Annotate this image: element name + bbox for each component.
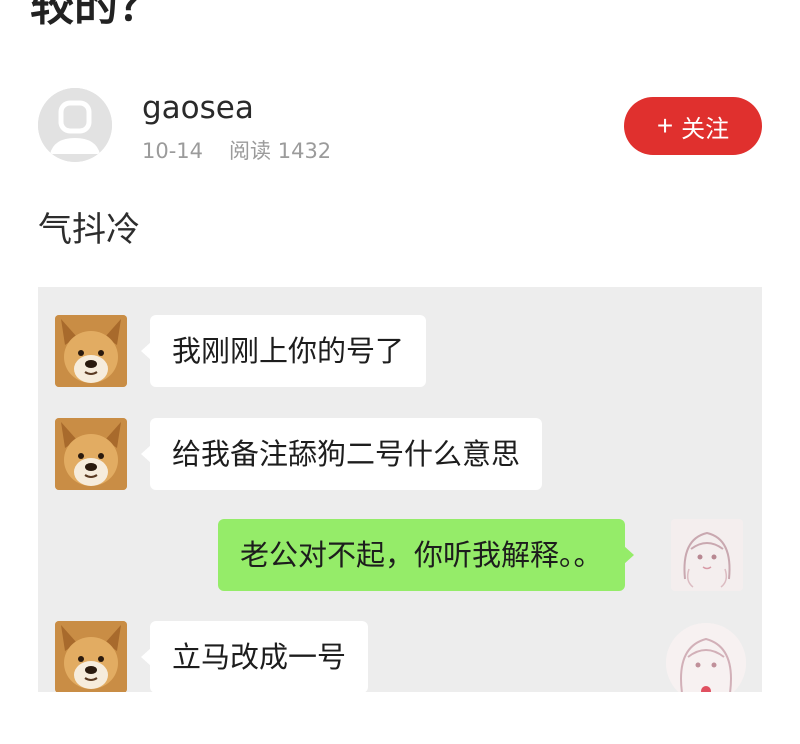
read-count: 1432 [277,139,332,163]
article-page: 较的？ gaosea 10-14 阅读 1432 + 关注 气抖冷 我刚刚上你的… [0,0,800,744]
chat-message-1: 我刚刚上你的号了 [140,315,427,387]
post-date: 10-14 [142,139,204,163]
chat-screenshot: 我刚刚上你的号了 给我备注舔狗二号什么意思 老公对不起，你听我解释。。 立马改成… [38,287,762,692]
follow-button[interactable]: + 关注 [624,97,762,155]
chat-message-2: 给我备注舔狗二号什么意思 [140,418,543,490]
chat-message-4: 立马改成一号 [140,621,369,692]
chat-message-3: 老公对不起，你听我解释。。 [218,519,634,591]
user-silhouette-icon [38,88,112,162]
author-name[interactable]: gaosea [142,88,254,128]
plus-icon: + [656,110,674,141]
author-avatar[interactable] [38,88,112,162]
shiba-dog-avatar-icon [55,621,127,692]
follow-label: 关注 [681,115,730,143]
anime-girl-avatar-icon [666,623,746,692]
shiba-dog-avatar-icon [55,418,127,490]
read-count-label: 阅读 [229,139,272,163]
anime-girl-avatar-icon [671,519,743,591]
article-title: 较的？ [30,0,162,31]
shiba-dog-avatar-icon [55,315,127,387]
post-meta: 10-14 阅读 1432 [142,137,331,165]
article-caption: 气抖冷 [38,210,140,250]
